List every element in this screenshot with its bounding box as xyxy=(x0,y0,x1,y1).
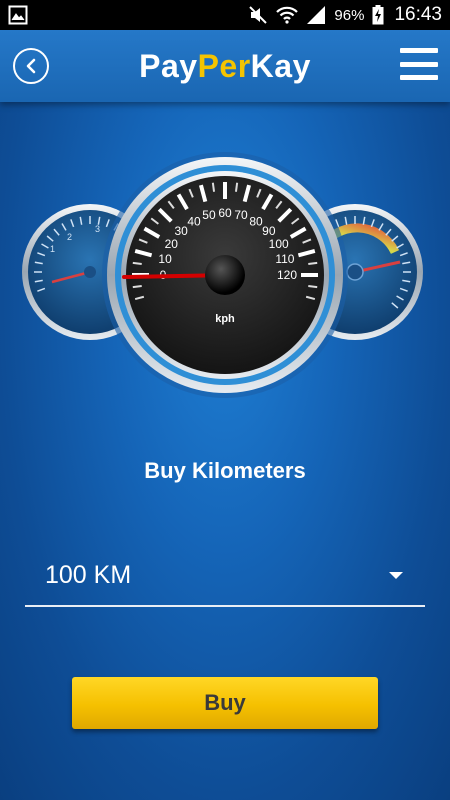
speedometer-minor-tick xyxy=(132,261,142,266)
speedometer: 0102030405060708090100110120 kph xyxy=(102,152,348,398)
buy-button[interactable]: Buy xyxy=(72,677,378,729)
menu-bar-icon xyxy=(400,48,438,53)
speedometer-label-50: 50 xyxy=(202,208,216,222)
back-button[interactable] xyxy=(13,48,49,84)
gallery-notification-icon xyxy=(8,5,28,25)
status-bar: 96% 16:43 xyxy=(0,0,450,30)
speedometer-label-20: 20 xyxy=(165,237,179,251)
page-title: Buy Kilometers xyxy=(144,458,306,483)
mute-icon xyxy=(249,6,268,24)
logo-part-pay: Pay xyxy=(139,47,198,84)
dashboard-gauges-illustration: 2 3 1 0102030405060708090100110120 kph xyxy=(22,152,423,398)
speedometer-label-30: 30 xyxy=(174,224,188,238)
logo-part-kay: Kay xyxy=(250,47,311,84)
clock: 16:43 xyxy=(394,4,442,25)
hamburger-menu-button[interactable] xyxy=(400,48,438,80)
left-gauge-label-2: 2 xyxy=(67,232,72,242)
menu-bar-icon xyxy=(400,61,438,67)
speedometer-label-70: 70 xyxy=(234,208,248,222)
speedometer-label-120: 120 xyxy=(277,268,297,282)
menu-bar-icon xyxy=(400,75,438,80)
speedometer-label-40: 40 xyxy=(187,214,201,228)
speedometer-label-110: 110 xyxy=(275,252,294,266)
speedometer-label-60: 60 xyxy=(218,206,232,220)
logo-part-per: Per xyxy=(197,47,251,84)
dropdown-arrow-icon xyxy=(389,571,403,579)
speedometer-minor-tick xyxy=(211,182,216,192)
left-gauge-label-1: 1 xyxy=(50,244,55,254)
app-bar: PayPerKay xyxy=(0,30,450,102)
wifi-icon xyxy=(276,6,299,24)
app-logo: PayPerKay xyxy=(139,48,311,85)
speedometer-minor-tick xyxy=(132,284,142,289)
dropdown-selected-value: 100 KM xyxy=(45,560,132,589)
left-gauge-label-3: 3 xyxy=(95,224,100,234)
speedometer-label-10: 10 xyxy=(158,252,172,266)
battery-percent: 96% xyxy=(334,6,365,24)
speed-unit-label: kph xyxy=(215,313,235,325)
kilometers-dropdown[interactable]: 100 KM xyxy=(25,545,425,607)
signal-icon xyxy=(307,6,326,24)
speedometer-label-100: 100 xyxy=(269,237,289,251)
speedometer-minor-tick xyxy=(308,261,318,266)
speedometer-minor-tick xyxy=(308,284,318,289)
battery-charging-icon xyxy=(372,5,384,25)
speedometer-minor-tick xyxy=(234,182,239,192)
chevron-left-icon xyxy=(26,58,36,74)
speedometer-label-80: 80 xyxy=(249,214,263,228)
